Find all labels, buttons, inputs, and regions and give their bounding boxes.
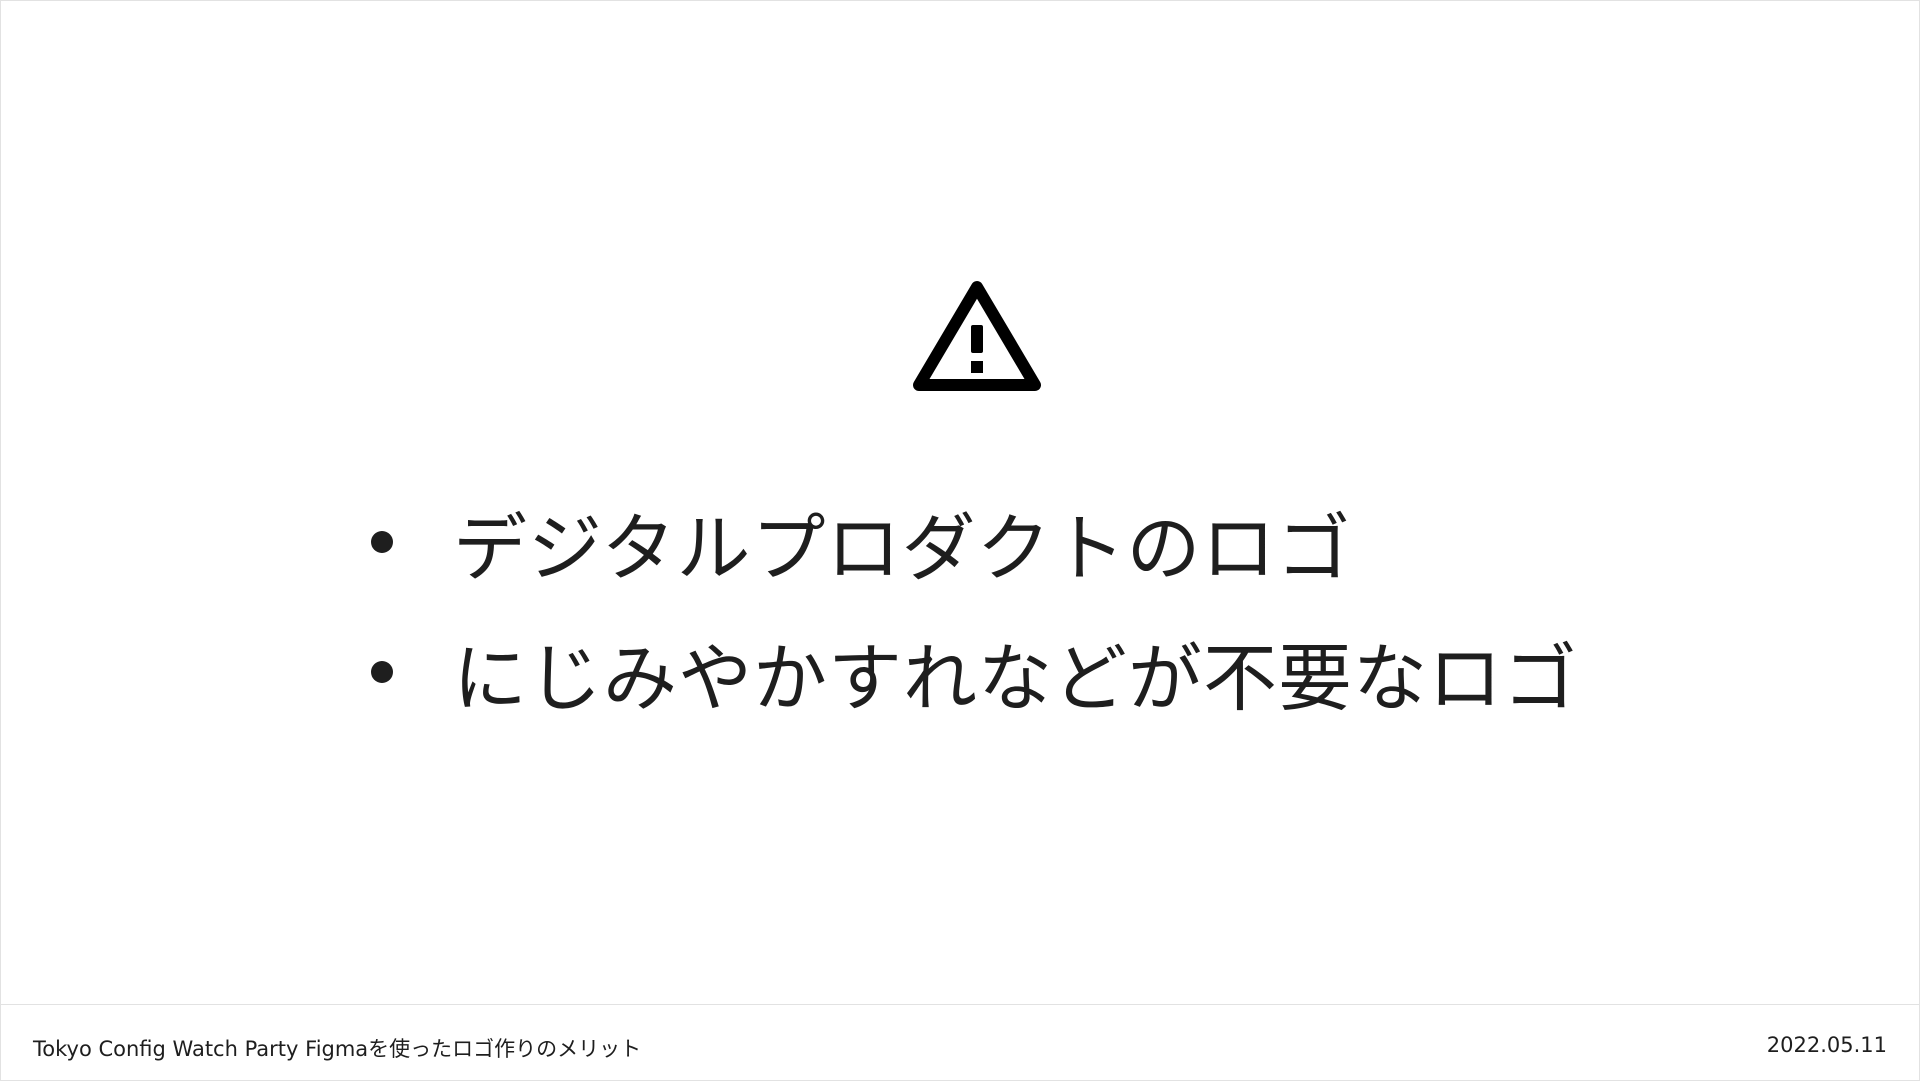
footer-date: 2022.05.11 <box>1766 1033 1887 1057</box>
bullet-dot <box>371 661 393 683</box>
bullet-item: にじみやかすれなどが不要なロゴ <box>371 607 1578 737</box>
warning-triangle-icon <box>913 281 1041 391</box>
bullet-list: デジタルプロダクトのロゴ にじみやかすれなどが不要なロゴ <box>371 477 1578 737</box>
bullet-text: デジタルプロダクトのロゴ <box>453 505 1352 592</box>
bullet-item: デジタルプロダクトのロゴ <box>371 477 1578 607</box>
slide-content: デジタルプロダクトのロゴ にじみやかすれなどが不要なロゴ <box>0 0 1920 1005</box>
bullet-dot <box>371 531 393 553</box>
bullet-text: にじみやかすれなどが不要なロゴ <box>453 635 1578 722</box>
slide-footer: Tokyo Config Watch Party Figmaを使ったロゴ作りのメ… <box>0 1004 1920 1081</box>
footer-title: Tokyo Config Watch Party Figmaを使ったロゴ作りのメ… <box>33 1037 642 1061</box>
